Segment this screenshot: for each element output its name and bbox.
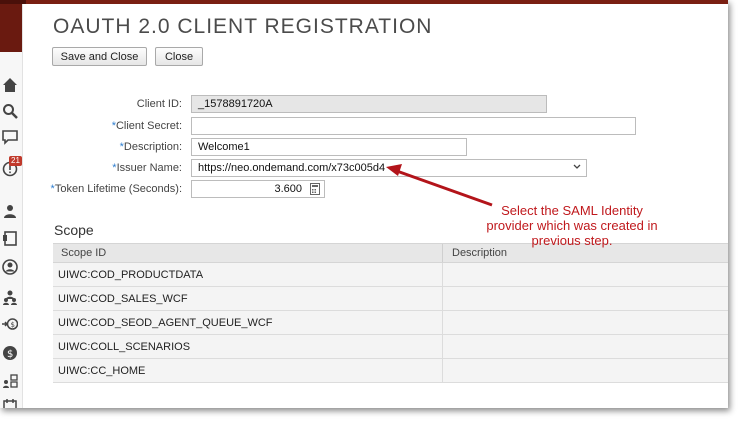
scope-id-cell: UIWC:COD_PRODUCTDATA [58,269,204,281]
client-secret-label: *Client Secret: [111,120,182,132]
token-lifetime-field[interactable]: 3.600 [191,180,325,198]
client-id-field: _1578891720A [191,95,547,113]
scope-id-cell: UIWC:COD_SEOD_AGENT_QUEUE_WCF [58,317,273,329]
sidebar: 21 $ $ [0,4,23,408]
scope-id-cell: UIWC:COLL_SCENARIOS [58,341,191,353]
org-icon[interactable] [1,372,19,390]
token-lifetime-value: 3.600 [274,183,302,195]
table-row[interactable]: UIWC:COLL_SCENARIOS [53,335,728,359]
save-and-close-button[interactable]: Save and Close [52,47,147,66]
table-row[interactable]: UIWC:CC_HOME [53,359,728,383]
scope-section-title: Scope [54,222,94,238]
document-icon[interactable] [1,229,19,247]
description-label: *Description: [119,141,182,153]
scope-id-cell: UIWC:CC_HOME [58,365,146,377]
table-row[interactable]: UIWC:COD_SALES_WCF [53,287,728,311]
description-cell [443,287,728,310]
issuer-name-label: *Issuer Name: [112,162,182,174]
column-header-scope-id[interactable]: Scope ID [61,247,106,259]
annotation-callout: Select the SAML Identity provider which … [486,203,658,248]
money-transfer-icon[interactable]: $ [1,315,19,333]
table-row[interactable]: UIWC:COD_PRODUCTDATA [53,263,728,287]
account-icon[interactable] [1,258,19,276]
client-secret-field[interactable] [191,117,636,135]
description-field[interactable]: Welcome1 [191,138,467,156]
svg-text:$: $ [11,321,15,329]
close-button[interactable]: Close [155,47,203,66]
dollar-icon[interactable]: $ [1,344,19,362]
scope-table: Scope ID Description UIWC:COD_PRODUCTDAT… [53,243,728,383]
calculator-icon[interactable] [310,183,320,199]
issuer-name-value: https://neo.ondemand.com/x73c005d4 [198,162,386,174]
token-lifetime-label: *Token Lifetime (Seconds): [50,183,182,195]
chevron-down-icon[interactable] [573,161,581,177]
top-bar [0,0,728,4]
client-id-label: Client ID: [136,98,182,110]
description-cell [443,359,728,382]
team-icon[interactable] [1,288,19,306]
sidebar-header [0,4,22,52]
app-window: 21 $ $ OAUTH 2.0 CLIENT REGISTRATION Sav… [0,0,728,408]
home-icon[interactable] [1,76,19,94]
description-cell [443,263,728,286]
table-row[interactable]: UIWC:COD_SEOD_AGENT_QUEUE_WCF [53,311,728,335]
column-header-description[interactable]: Description [452,247,507,259]
description-cell [443,311,728,334]
description-cell [443,335,728,358]
calendar-icon[interactable] [1,397,19,408]
page-title: OAUTH 2.0 CLIENT REGISTRATION [53,15,433,38]
svg-text:$: $ [7,349,13,360]
scope-id-cell: UIWC:COD_SALES_WCF [58,293,188,305]
person-icon[interactable] [1,202,19,220]
